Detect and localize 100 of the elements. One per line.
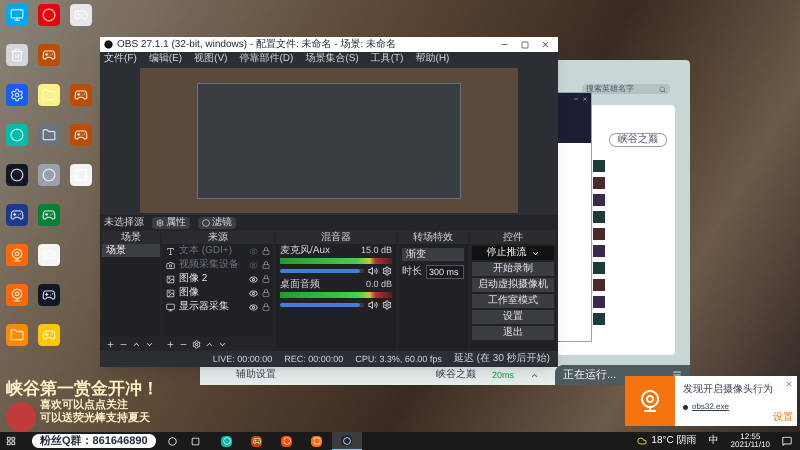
clock-time: 12:55 — [740, 433, 760, 441]
champion-portrait — [593, 211, 605, 223]
lock-icon[interactable] — [262, 261, 270, 269]
settings-icon[interactable] — [192, 340, 201, 348]
menu-item[interactable]: 场景集合(S) — [305, 54, 359, 64]
duration-label: 时长 — [402, 267, 422, 277]
menu-item[interactable]: 帮助(H) — [415, 54, 450, 64]
source-status-label: 未选择源 — [104, 218, 144, 228]
lock-icon[interactable] — [262, 303, 270, 311]
champion-portrait — [593, 313, 605, 325]
taskbar-app[interactable] — [332, 432, 362, 450]
webcam-icon — [638, 389, 662, 413]
notification-title: 发现开启摄像头行为 — [683, 385, 774, 395]
transition-select[interactable]: 渐变 — [402, 248, 464, 261]
clock-date: 2021/11/10 — [730, 441, 770, 449]
lock-icon[interactable] — [262, 247, 270, 255]
weather-text: 18°C 阴雨 — [651, 436, 697, 446]
champion-portrait — [593, 279, 605, 291]
channel-name: 麦克风/Aux — [280, 246, 330, 256]
minimize-icon[interactable] — [573, 96, 579, 102]
toolbar-button[interactable]: 滤镜 — [198, 217, 236, 229]
app-glyph-icon — [312, 437, 321, 445]
desktop-app-icon[interactable] — [38, 284, 60, 306]
rec-timer: REC: 00:00:00 — [284, 354, 344, 364]
menu-item[interactable]: 停靠部件(D) — [239, 54, 294, 64]
notification-icon[interactable] — [782, 436, 792, 446]
group-pill: 粉丝Q群：861646890 — [32, 434, 156, 448]
server-dropdown[interactable]: 峡谷之巅 — [609, 133, 667, 147]
delay-status: 延迟 (在 30 秒后开始) — [454, 354, 550, 364]
champion-portrait — [593, 177, 605, 189]
dock-title: 场景 — [102, 231, 160, 244]
source-type-icon — [166, 288, 175, 298]
start-icon[interactable] — [6, 436, 16, 446]
ime-indicator[interactable]: 中 — [708, 436, 719, 446]
menu-item[interactable]: 编辑(E) — [148, 54, 182, 64]
dock-title: 转场特效 — [398, 231, 468, 244]
scene-item[interactable]: 场景 — [102, 244, 160, 257]
gear-icon — [156, 219, 164, 227]
overlay-text: 喜欢可以点点关注 — [40, 400, 129, 411]
maximize-icon[interactable] — [521, 40, 529, 48]
toolbar-button[interactable]: 属性 — [152, 217, 190, 229]
lock-icon[interactable] — [262, 289, 270, 297]
window-title: OBS 27.1.1 (32-bit, windows) - 配置文件: 未命名 - 场景: 未命名 — [117, 40, 397, 50]
settings-icon[interactable] — [382, 266, 392, 276]
control-button[interactable]: 退出 — [472, 326, 554, 340]
stream-headline: 峡谷第一赏金开冲！ — [6, 380, 159, 397]
speaker-icon[interactable] — [368, 266, 378, 276]
dock-title: 混音器 — [276, 231, 396, 244]
channel-reading: 0.0 dB — [366, 280, 392, 290]
circle-icon — [202, 219, 210, 227]
close-icon[interactable] — [541, 40, 550, 49]
weather-icon — [637, 436, 648, 446]
champion-portrait — [593, 228, 605, 240]
champion-portrait — [593, 194, 605, 206]
desktop-app-icon[interactable] — [6, 204, 28, 226]
desktop-app-icon[interactable] — [6, 164, 28, 186]
dock-title: 控件 — [470, 231, 556, 244]
menu-item[interactable]: 工具(T) — [370, 54, 404, 64]
lock-icon[interactable] — [262, 275, 270, 283]
source-item[interactable]: 图像 2 — [179, 274, 245, 284]
champion-portrait — [593, 160, 605, 172]
control-button[interactable]: 工作室模式 — [472, 294, 554, 308]
source-type-icon — [166, 260, 175, 270]
bullet-icon — [683, 404, 688, 410]
add-icon[interactable] — [166, 340, 175, 348]
speaker-icon[interactable] — [368, 300, 378, 310]
control-button[interactable]: 启动虚拟摄像机 — [472, 278, 554, 292]
source-type-icon — [166, 302, 175, 312]
source-type-icon — [166, 274, 175, 284]
ping-value: 20ms — [492, 370, 514, 380]
search-icon — [659, 86, 666, 92]
process-link[interactable]: obs32.exe — [692, 403, 729, 411]
control-button[interactable]: 设置 — [472, 310, 554, 324]
channel-reading: 15.0 dB — [360, 246, 392, 256]
source-type-icon — [166, 246, 175, 256]
settings-icon[interactable] — [382, 300, 392, 310]
control-button[interactable]: 停止推流 — [472, 246, 554, 260]
menu-item[interactable]: 视图(V) — [194, 54, 228, 64]
champion-portrait — [593, 262, 605, 274]
assist-settings-tab[interactable]: 辅助设置 — [236, 370, 276, 380]
app-glyph-icon — [342, 436, 351, 444]
control-button[interactable]: 开始录制 — [472, 262, 554, 276]
server-name: 峡谷之巅 — [436, 370, 476, 380]
close-icon[interactable] — [785, 380, 793, 388]
live-timer: LIVE: 00:00:00 — [212, 354, 272, 364]
menu-item[interactable]: 文件(F) — [104, 54, 137, 64]
source-item[interactable]: 显示器采集 — [179, 302, 245, 312]
add-icon[interactable] — [106, 340, 115, 348]
overlay-text: 可以送荧光棒支持夏天 — [40, 413, 150, 424]
channel-name: 桌面音频 — [280, 280, 320, 290]
champion-portrait — [593, 296, 605, 308]
dock-title: 来源 — [162, 231, 274, 244]
source-item[interactable]: 图像 — [179, 288, 245, 298]
app-glyph-icon — [222, 437, 231, 445]
search-icon[interactable] — [168, 436, 177, 446]
app-icon — [104, 40, 113, 49]
duration-field[interactable]: 300 ms — [426, 265, 464, 279]
champion-portrait — [593, 245, 605, 257]
task-view-icon[interactable] — [190, 436, 200, 446]
app-glyph-icon — [252, 437, 261, 445]
